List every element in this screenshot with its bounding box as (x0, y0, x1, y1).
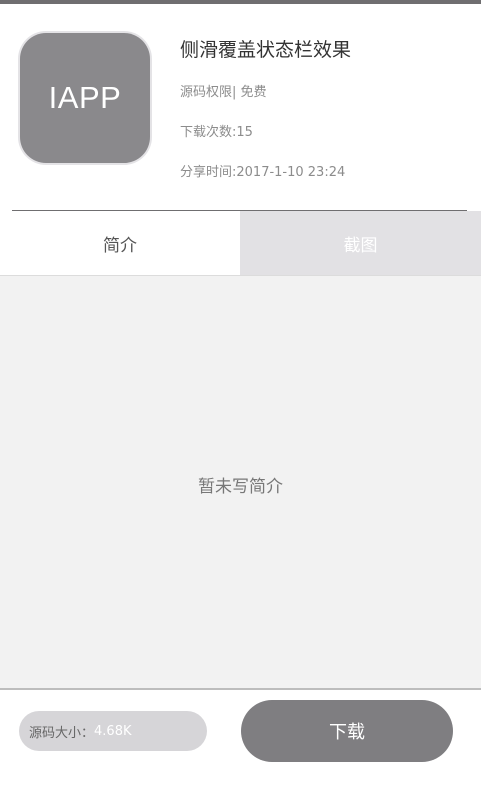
footer-bar: 源码大小： 4.68K 下载 (0, 690, 481, 785)
app-icon-label: IAPP (48, 80, 122, 115)
download-count: 下载次数:15 (180, 125, 253, 140)
tab-screenshots[interactable]: 截图 (240, 211, 481, 275)
source-size-label: 源码大小： (29, 725, 95, 741)
app-detail-page: IAPP 侧滑覆盖状态栏效果 源码权限| 免费 下载次数:15 分享时间:201… (0, 0, 481, 785)
tab-intro[interactable]: 简介 (0, 211, 240, 275)
source-permission: 源码权限| 免费 (180, 85, 267, 100)
app-title: 侧滑覆盖状态栏效果 (180, 39, 352, 61)
source-size-badge: 源码大小： 4.68K (19, 711, 207, 751)
share-time: 分享时间:2017-1-10 23:24 (180, 165, 346, 180)
intro-content: 暂未写简介 (0, 276, 481, 688)
empty-intro-text: 暂未写简介 (198, 476, 283, 497)
source-size-value: 4.68K (94, 723, 132, 739)
app-header: IAPP 侧滑覆盖状态栏效果 源码权限| 免费 下载次数:15 分享时间:201… (0, 4, 481, 212)
app-icon: IAPP (20, 33, 150, 163)
download-button[interactable]: 下载 (241, 700, 453, 762)
tab-bar: 简介 截图 (0, 211, 481, 275)
